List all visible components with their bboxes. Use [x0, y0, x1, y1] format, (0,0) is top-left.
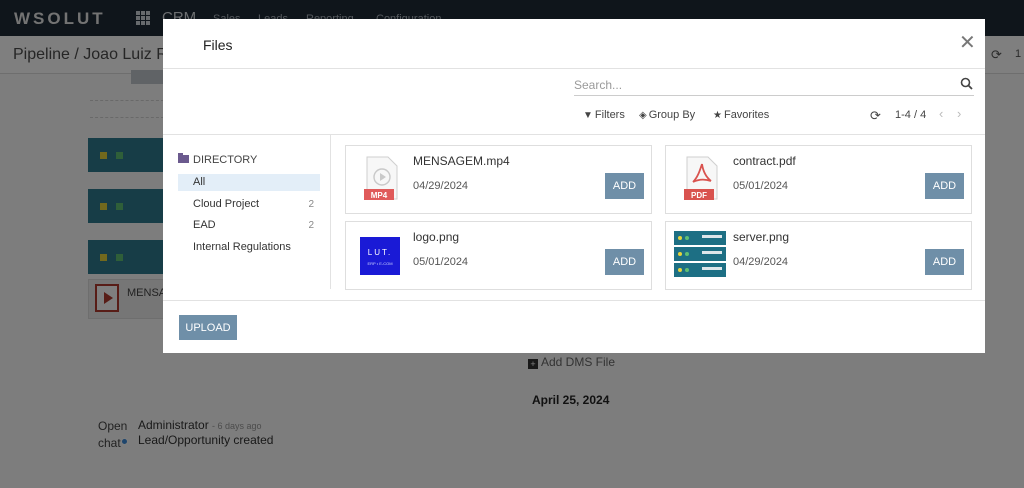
directory-item-internal-regulations[interactable]: Internal Regulations — [178, 239, 320, 256]
directory-header: DIRECTORY — [178, 153, 258, 166]
logo-thumbnail-text: LUT. — [368, 248, 392, 257]
group-by-button[interactable]: ◈ Group By — [639, 109, 695, 121]
filters-label: Filters — [594, 109, 625, 121]
directory-count: 2 — [308, 220, 314, 231]
add-file-button[interactable]: ADD — [925, 249, 964, 275]
file-date: 05/01/2024 — [413, 256, 469, 268]
file-date: 04/29/2024 — [733, 256, 789, 268]
folder-icon — [178, 153, 189, 163]
star-icon: ★ — [713, 110, 722, 121]
files-dialog: Files ✕ ▼Filters ◈Group By ★Favorites ⟳ … — [163, 19, 985, 353]
search-icon[interactable] — [960, 77, 973, 90]
directory-item-label: All — [193, 176, 206, 188]
file-name: contract.pdf — [733, 154, 796, 168]
directory-item-ead[interactable]: EAD 2 — [178, 217, 320, 234]
file-date: 05/01/2024 — [733, 180, 789, 192]
directory-item-cloud-project[interactable]: Cloud Project 2 — [178, 196, 320, 213]
pdf-file-icon: PDF — [684, 156, 718, 200]
divider — [163, 68, 985, 69]
directory-count: 2 — [308, 199, 314, 210]
chevron-left-icon[interactable]: ‹ — [939, 106, 943, 121]
directory-header-label: DIRECTORY — [193, 154, 258, 166]
favorites-button[interactable]: ★ Favorites — [713, 109, 769, 121]
directory-item-all[interactable]: All — [178, 174, 320, 191]
favorites-label: Favorites — [723, 109, 770, 121]
upload-button[interactable]: UPLOAD — [179, 315, 237, 340]
refresh-icon[interactable]: ⟳ — [870, 108, 881, 124]
close-icon[interactable]: ✕ — [959, 33, 976, 53]
add-file-button[interactable]: ADD — [925, 173, 964, 199]
file-type-badge: MP4 — [371, 191, 388, 200]
chevron-right-icon[interactable]: › — [957, 106, 961, 121]
add-file-button[interactable]: ADD — [605, 249, 644, 275]
logo-thumbnail-subtext: ERP • E-COM — [367, 261, 392, 266]
file-card[interactable]: LUT. ERP • E-COM logo.png 05/01/2024 ADD — [345, 221, 652, 290]
directory-item-label: EAD — [193, 219, 216, 231]
file-type-badge: PDF — [691, 191, 707, 200]
divider — [330, 135, 331, 289]
file-card[interactable]: server.png 04/29/2024 ADD — [665, 221, 972, 290]
file-name: MENSAGEM.mp4 — [413, 154, 510, 168]
file-card[interactable]: MP4 MENSAGEM.mp4 04/29/2024 ADD — [345, 145, 652, 214]
search-input[interactable] — [574, 74, 944, 95]
search-bar — [574, 74, 974, 96]
file-card[interactable]: PDF contract.pdf 05/01/2024 ADD — [665, 145, 972, 214]
file-name: server.png — [733, 230, 790, 244]
pager-value[interactable]: 1-4 / 4 — [895, 109, 926, 121]
logo-thumbnail: LUT. ERP • E-COM — [360, 237, 400, 275]
filter-icon: ▼ — [583, 110, 593, 121]
divider — [163, 300, 985, 301]
filters-button[interactable]: ▼ Filters — [583, 109, 625, 121]
group-by-label: Group By — [648, 109, 696, 121]
server-thumbnail — [674, 231, 726, 277]
mp4-file-icon: MP4 — [364, 156, 398, 200]
file-date: 04/29/2024 — [413, 180, 469, 192]
directory-item-label: Cloud Project — [193, 198, 260, 210]
divider — [163, 134, 985, 135]
dialog-title: Files — [203, 37, 233, 53]
file-name: logo.png — [413, 230, 460, 244]
add-file-button[interactable]: ADD — [605, 173, 644, 199]
directory-item-label: Internal Regulations — [193, 241, 291, 253]
layers-icon: ◈ — [639, 110, 647, 121]
